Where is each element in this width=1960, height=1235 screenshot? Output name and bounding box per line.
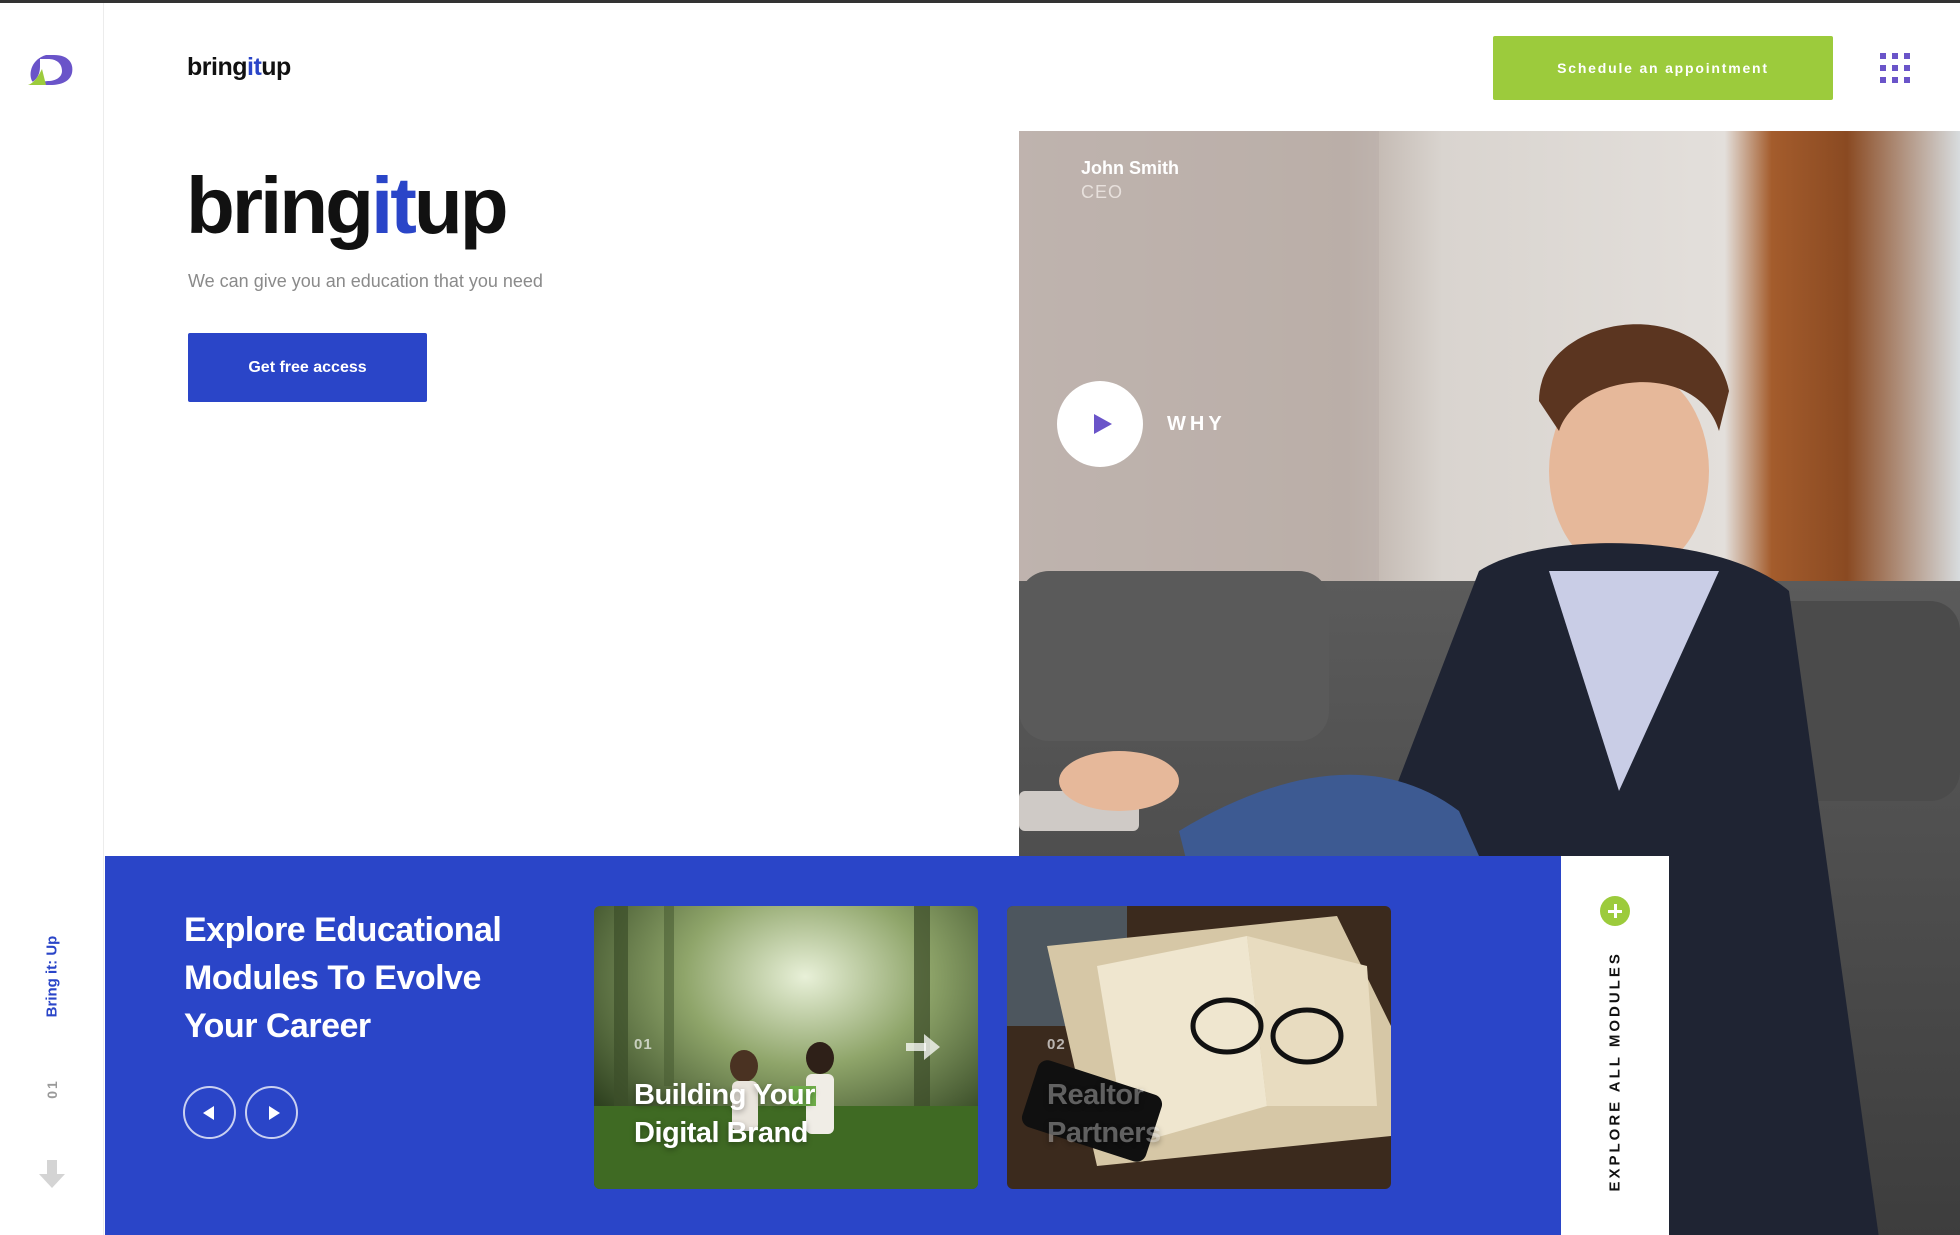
vertical-site-title: Bring it: Up [43,935,61,1018]
play-video-button[interactable] [1057,381,1143,467]
explore-all-modules-link[interactable]: EXPLORE ALL MODULES [1607,951,1624,1191]
module-title: Building Your Digital Brand [634,1076,894,1152]
module-title-line-1: Building Your [634,1079,815,1111]
module-title-line-2: Digital Brand [634,1117,808,1149]
grid-menu-icon[interactable] [1880,53,1910,83]
module-number: 02 [1047,1036,1066,1053]
brand-suffix: up [261,53,291,81]
arrow-down-icon[interactable] [38,1158,66,1190]
module-title-line-1: Realtor [1047,1079,1144,1111]
hero-brand-suffix: up [413,161,509,250]
hero-brand-prefix: bring [186,161,374,250]
modules-heading-line-2: Modules To Evolve [184,959,481,997]
module-card[interactable]: 02 Realtor Partners [1007,906,1391,1189]
modules-heading-line-3: Your Career [184,1007,371,1045]
brand-prefix: bring [187,53,248,81]
plus-icon[interactable] [1600,896,1630,926]
module-title-line-2: Partners [1047,1117,1161,1149]
hero-tagline: We can give you an education that you ne… [188,271,543,291]
person-role: CEO [1081,182,1124,202]
module-number: 01 [634,1036,653,1053]
header-logo[interactable]: bringitup [187,53,291,82]
brand-accent: it [247,53,262,81]
slide-number: 01 [44,1079,60,1099]
play-icon [1094,414,1112,434]
schedule-appointment-button[interactable]: Schedule an appointment [1493,36,1833,100]
bring-it-up-logo-icon[interactable] [26,51,78,87]
next-module-button[interactable] [245,1086,298,1139]
arrow-left-icon [203,1106,214,1120]
arrow-right-icon[interactable] [906,1034,940,1060]
module-card[interactable]: 01 Building Your Digital Brand [594,906,978,1189]
person-name: John Smith [1081,158,1179,178]
left-rail: Bring it: Up 01 [0,3,104,1235]
get-free-access-button[interactable]: Get free access [188,333,427,402]
modules-heading-line-1: Explore Educational [184,911,502,949]
why-label[interactable]: WHY [1167,413,1226,436]
module-title: Realtor Partners [1047,1076,1307,1152]
modules-heading: Explore Educational Modules To Evolve Yo… [184,906,544,1050]
hero-brand-accent: it [370,161,417,250]
hero-title: bringitup [186,166,509,246]
arrow-right-icon [269,1106,280,1120]
page: Bring it: Up 01 bringitup Schedule an ap… [0,0,1960,1235]
prev-module-button[interactable] [183,1086,236,1139]
